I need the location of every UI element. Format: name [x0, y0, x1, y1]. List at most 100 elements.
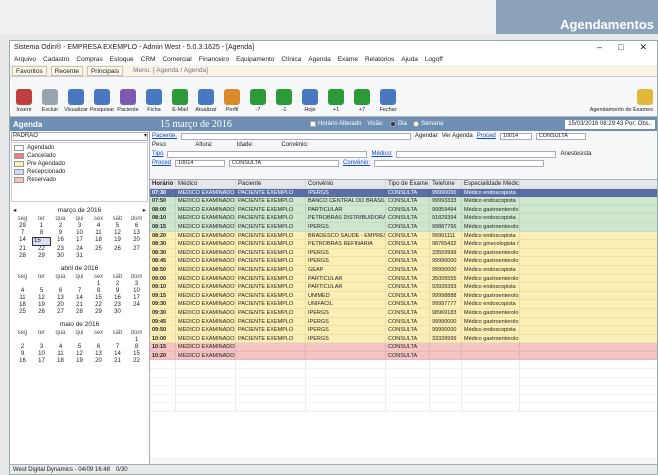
table-row[interactable]	[150, 403, 657, 413]
calendar-day[interactable]	[51, 337, 70, 344]
calendar-day[interactable]: 14	[70, 295, 89, 302]
calendar-day[interactable]	[108, 253, 127, 260]
calendar-day[interactable]: 25	[89, 246, 108, 253]
table-row[interactable]	[150, 386, 657, 395]
toolbar-button-4[interactable]: Paciente	[116, 89, 140, 113]
type-link[interactable]: Tipo	[152, 151, 163, 157]
calendar-day[interactable]: 31	[70, 253, 89, 260]
calendar-day[interactable]: 24	[127, 302, 146, 309]
table-row[interactable]: 10:20MEDICO EXAMINADOR 886 CONSULTA	[150, 351, 657, 361]
calendar-day[interactable]: 7	[70, 288, 89, 295]
procedure-name-field[interactable]: CONSULTA	[535, 132, 586, 140]
insurance2-field[interactable]	[374, 159, 545, 167]
menu-item-7[interactable]: Equipamento	[236, 56, 274, 63]
insurance2-link[interactable]: Convênio:	[343, 160, 370, 166]
table-row[interactable]: 08:50MEDICO EXAMINADOR 894PACIENTE EXEMP…	[150, 265, 657, 275]
calendar-day[interactable]: 3	[127, 281, 146, 288]
menu-item-13[interactable]: Logoff	[425, 56, 443, 63]
table-row[interactable]: 07:30MEDICO EXAMINADOR 894PACIENTE EXEMP…	[150, 188, 657, 198]
next-month-button[interactable]: ▸	[143, 206, 146, 216]
calendar-day[interactable]: 4	[13, 288, 32, 295]
calendar-day[interactable]: 12	[32, 295, 51, 302]
menu-item-1[interactable]: Cadastro	[43, 56, 69, 63]
menu-item-4[interactable]: CRM	[141, 56, 156, 63]
menu-item-5[interactable]: Comercial	[162, 56, 191, 63]
calendar-day[interactable]: 26	[108, 246, 127, 253]
calendar-day[interactable]: 1	[89, 281, 108, 288]
menu-item-0[interactable]: Arquivo	[14, 56, 36, 63]
altered-schedule-checkbox[interactable]: Horário Alterado	[310, 121, 361, 127]
recent-button[interactable]: Recente	[50, 65, 83, 76]
favorites-button[interactable]: Favoritos	[12, 65, 47, 76]
toolbar-button-7[interactable]: Atualizar	[194, 89, 218, 113]
calendar-day[interactable]: 6	[89, 344, 108, 351]
calendar-day[interactable]: 12	[70, 351, 89, 358]
calendar-day[interactable]: 13	[127, 230, 146, 237]
procedure2-link[interactable]: Proced	[152, 160, 171, 166]
calendar-day[interactable]	[13, 281, 32, 288]
table-row[interactable]: 07:50MEDICO EXAMINADOR 894PACIENTE EXEMP…	[150, 197, 657, 206]
column-header[interactable]: Médico	[176, 180, 236, 188]
table-row[interactable]: 09:00MEDICO EXAMINADOR 841PACIENTE EXEMP…	[150, 274, 657, 284]
toolbar-button-6[interactable]: E-Mail	[168, 89, 192, 113]
toolbar-button-0[interactable]: Inserir	[12, 89, 36, 113]
table-row[interactable]: 08:45MEDICO EXAMINADOR 841PACIENTE EXEMP…	[150, 257, 657, 266]
calendar-day[interactable]: 16	[108, 295, 127, 302]
calendar-day[interactable]: 11	[13, 295, 32, 302]
calendar-day[interactable]: 22	[89, 302, 108, 309]
toolbar-button-12[interactable]: +1	[324, 89, 348, 113]
calendar-day[interactable]: 15	[32, 237, 51, 246]
calendar-day[interactable]: 2	[13, 344, 32, 351]
calendar-day[interactable]: 16	[51, 237, 70, 244]
calendar-day[interactable]: 27	[127, 246, 146, 253]
calendar-day[interactable]	[89, 337, 108, 344]
procedure2-name-field[interactable]: CONSULTA	[229, 159, 340, 167]
calendar-day[interactable]	[89, 253, 108, 260]
menu-item-6[interactable]: Financeiro	[199, 56, 229, 63]
calendar-day[interactable]	[108, 337, 127, 344]
menu-item-3[interactable]: Estoque	[110, 56, 134, 63]
calendar-day[interactable]: 18	[13, 302, 32, 309]
toolbar-button-10[interactable]: -1	[272, 89, 296, 113]
table-row[interactable]	[150, 360, 657, 370]
toolbar-button-8[interactable]: Perfil	[220, 89, 244, 113]
calendar-day[interactable]: 14	[13, 237, 32, 244]
exam-scheduling-button[interactable]: Agendamento de Exames	[590, 89, 653, 113]
calendar-day[interactable]: 5	[32, 288, 51, 295]
calendar-day[interactable]: 5	[70, 344, 89, 351]
calendar-day[interactable]: 8	[32, 230, 51, 237]
calendar-day[interactable]	[70, 281, 89, 288]
calendar-day[interactable]: 15	[89, 295, 108, 302]
calendar-day[interactable]: 10	[127, 288, 146, 295]
calendar-day[interactable]: 6	[51, 288, 70, 295]
calendar-day[interactable]: 15	[127, 351, 146, 358]
calendar-day[interactable]	[70, 337, 89, 344]
table-row[interactable]: 09:30MEDICO EXAMINADOR 841PACIENTE EXEMP…	[150, 308, 657, 318]
calendar-day[interactable]: 16	[13, 358, 32, 365]
schedule-button[interactable]: Agendar	[415, 133, 438, 139]
patient-field[interactable]	[181, 132, 412, 140]
calendar-day[interactable]: 18	[51, 358, 70, 365]
calendar-day[interactable]: 29	[13, 223, 32, 230]
calendar-day[interactable]: 13	[89, 351, 108, 358]
calendar-day[interactable]: 19	[108, 237, 127, 244]
calendar-day[interactable]	[32, 281, 51, 288]
week-radio[interactable]: Semana	[412, 121, 443, 127]
calendar-day[interactable]: 17	[32, 358, 51, 365]
calendar-day[interactable]: 3	[70, 223, 89, 230]
calendar-day[interactable]: 5	[108, 223, 127, 230]
calendar-day[interactable]: 11	[89, 230, 108, 237]
table-row[interactable]: 09:15MEDICO EXAMINADOR 841PACIENTE EXEMP…	[150, 291, 657, 301]
calendar-day[interactable]: 3	[32, 344, 51, 351]
calendar-day[interactable]: 20	[127, 237, 146, 244]
day-radio[interactable]: Dia	[389, 121, 407, 127]
calendar-day[interactable]: 10	[32, 351, 51, 358]
menu-item-12[interactable]: Ajuda	[401, 56, 418, 63]
calendar-day[interactable]: 19	[32, 302, 51, 309]
calendar-day[interactable]: 9	[13, 351, 32, 358]
calendar-day[interactable]	[127, 253, 146, 260]
calendar-day[interactable]: 4	[89, 223, 108, 230]
calendar-day[interactable]: 2	[51, 223, 70, 230]
table-row[interactable]: 08:30MEDICO EXAMINADOR 842PACIENTE EXEMP…	[150, 240, 657, 249]
minimize-button[interactable]: –	[597, 42, 602, 53]
